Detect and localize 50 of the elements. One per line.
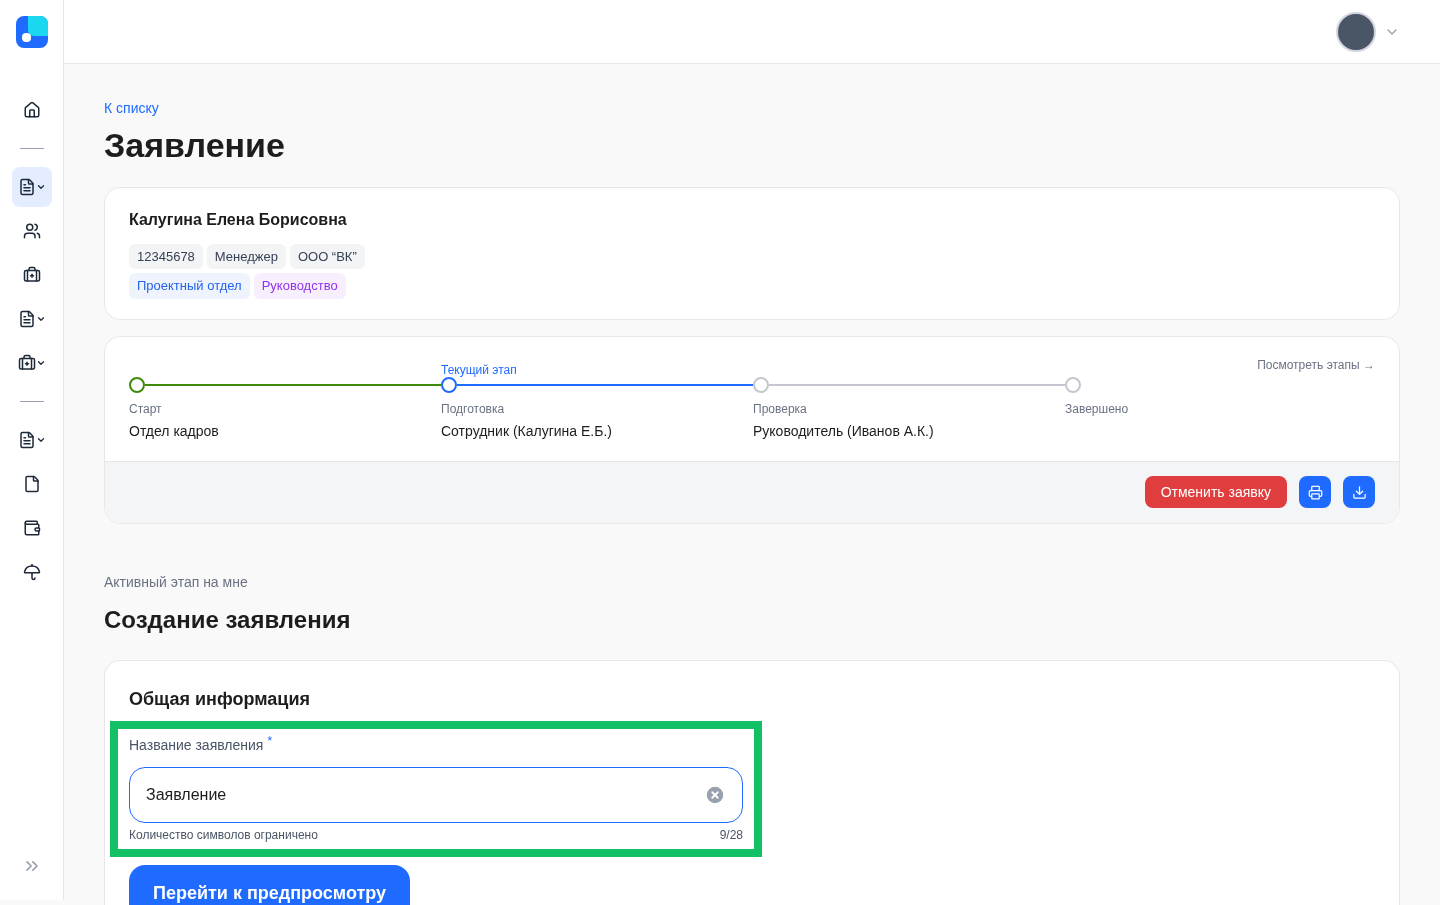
caret-icon [35,358,46,368]
caret-icon [35,314,46,324]
print-button[interactable] [1299,476,1331,508]
download-icon [1351,484,1367,500]
stage-assignee: Отдел кадров [129,421,220,441]
cancel-request-button[interactable]: Отменить заявку [1144,476,1287,508]
current-stage-label: Текущий этап [441,362,517,377]
active-stage-caption: Активный этап на мне [104,572,249,592]
required-mark: * [267,734,273,747]
title-input-text[interactable]: Заявление [146,782,704,807]
field-label: Название заявления [129,735,264,755]
file-icon [22,475,41,493]
download-button[interactable] [1343,476,1375,508]
stage-assignee: Сотрудник (Калугина Е.Б.) [441,421,613,441]
stage-name: Завершено [1065,400,1130,417]
app-logo-icon [15,16,48,48]
info-tag: ООО “ВК” [289,243,365,269]
caret-icon [35,435,46,445]
group-tag: Проектный отдел [129,273,250,299]
stage-name: Проверка [753,400,808,417]
clear-icon[interactable] [704,783,726,806]
char-counter: 9/28 [719,826,743,843]
view-stages-link[interactable]: Посмотреть этапы → [1257,356,1375,441]
caret-icon [35,182,46,192]
back-link[interactable]: К списку [104,100,159,116]
document-icon [17,310,36,328]
section-title: Создание заявления [104,604,352,635]
title-input[interactable]: Заявление [129,766,743,823]
stage-name: Подготовка [441,400,506,417]
wallet-icon [22,519,41,537]
briefcase-icon [17,354,36,372]
printer-icon [1307,484,1323,500]
briefcase-icon [22,266,41,284]
info-tag: Менеджер [206,243,286,269]
preview-button[interactable]: Перейти к предпросмотру [129,864,411,905]
form-title: Общая информация [129,687,311,711]
field-hint: Количество символов ограничено [129,826,318,843]
avatar[interactable] [1336,11,1376,52]
sidebar-item[interactable] [11,167,52,207]
document-icon [17,431,36,449]
info-tag: 12345678 [129,243,203,269]
stage-assignee: Руководитель (Иванов А.К.) [753,421,935,441]
group-tag: Руководство [253,273,346,299]
home-icon [22,101,41,119]
users-icon [22,222,41,240]
umbrella-icon [22,563,41,581]
document-icon [17,178,36,196]
stage-name: Старт [129,400,163,417]
employee-name: Калугина Елена Борисовна [129,209,348,230]
page-title: Заявление [104,125,286,166]
